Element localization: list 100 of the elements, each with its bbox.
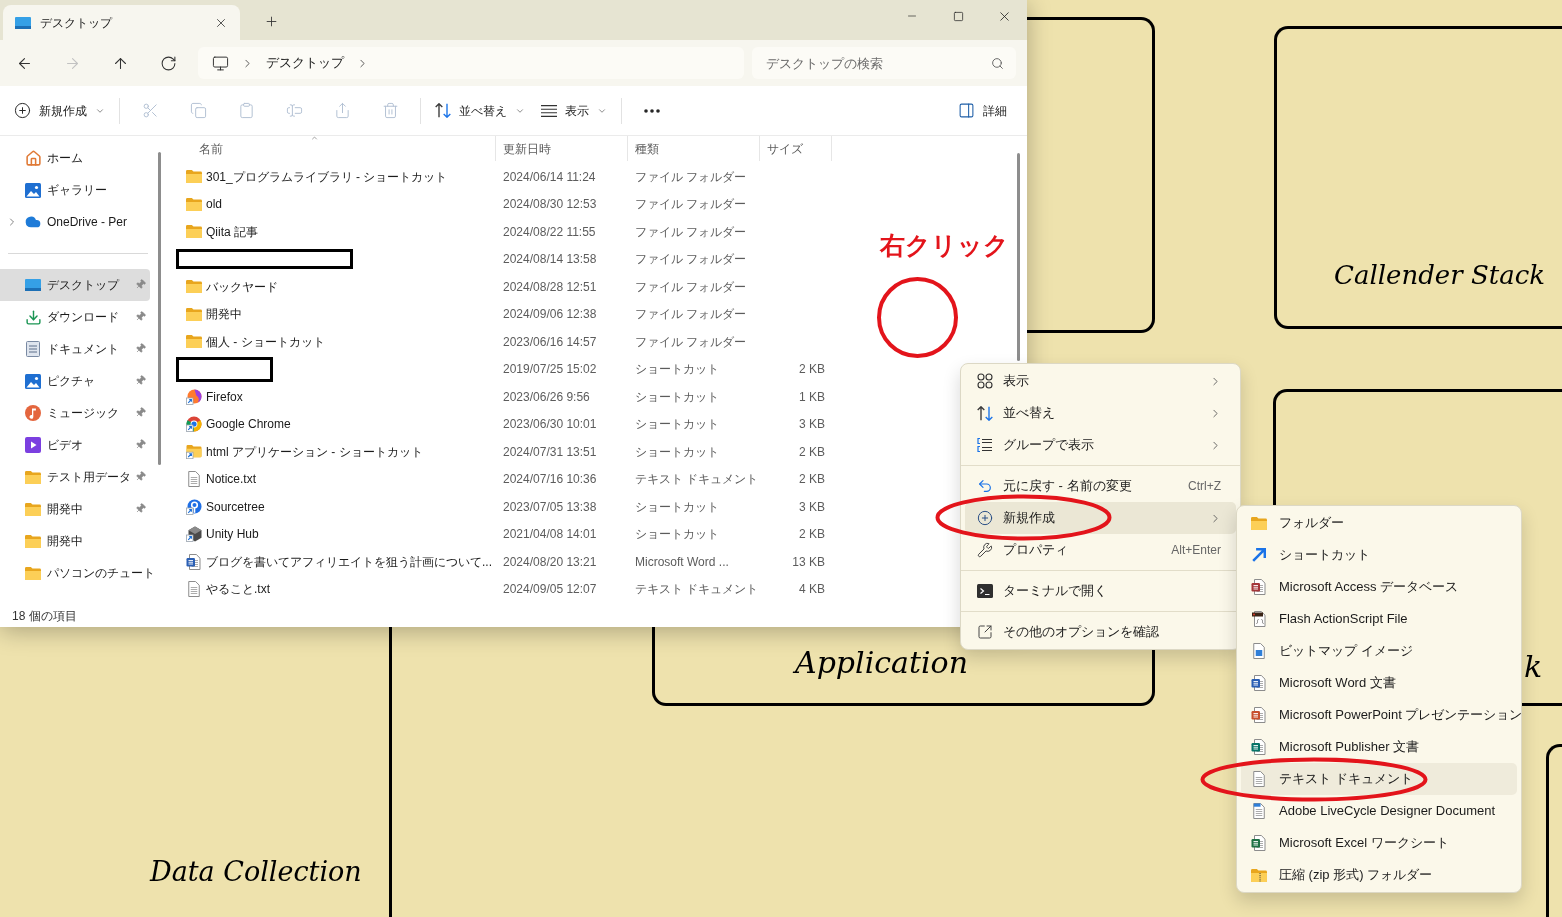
menu-item[interactable]: Microsoft Excel ワークシート — [1241, 827, 1517, 859]
menu-item[interactable]: ビットマップ イメージ — [1241, 635, 1517, 667]
column-header[interactable]: 名前 — [176, 136, 496, 161]
file-item[interactable]: Notice.txt — [176, 465, 496, 493]
sidebar-item[interactable]: ピクチャ — [0, 365, 150, 397]
sidebar-item[interactable]: ダウンロード — [0, 301, 150, 333]
spreadsheet-icon — [1251, 835, 1267, 851]
menu-item[interactable]: その他のオプションを確認 — [965, 616, 1236, 648]
card-title: Data Collection — [150, 858, 362, 885]
document-icon — [26, 341, 40, 357]
sidebar-item[interactable]: ギャラリー — [0, 174, 150, 206]
sidebar-item[interactable]: デスクトップ — [0, 269, 150, 301]
sidebar-item[interactable]: ドキュメント — [0, 333, 150, 365]
annotation-label: 右クリック — [880, 233, 1009, 258]
size-cell-text: 2 KB — [798, 526, 826, 544]
menu-item[interactable]: 新規作成 — [965, 502, 1236, 534]
menu-item[interactable]: グループで表示 — [965, 429, 1236, 461]
document-icon — [1251, 739, 1267, 755]
date-cell-text: 2024/07/31 13:51 — [502, 443, 598, 461]
folder-icon — [186, 307, 202, 321]
file-item[interactable]: html アプリケーション - ショートカット — [176, 438, 496, 466]
breadcrumb-item[interactable]: デスクトップ — [266, 53, 344, 73]
sort-button[interactable]: 並べ替え — [427, 92, 533, 129]
date-cell-text: 2021/04/08 14:01 — [502, 526, 598, 544]
shortcut-hint: Ctrl+Z — [1188, 478, 1221, 495]
menu-item[interactable]: 圧縮 (zip 形式) フォルダー — [1241, 859, 1517, 891]
menu-item[interactable]: Flash ActionScript File — [1241, 603, 1517, 635]
sidebar-item[interactable]: パソコンのチュート — [0, 557, 161, 589]
menu-item[interactable]: 表示 — [965, 365, 1236, 397]
file-item[interactable]: Google Chrome — [176, 410, 496, 438]
gallery-icon — [25, 182, 41, 198]
date-cell-text: 2024/08/22 11:55 — [502, 223, 597, 241]
file-item[interactable]: Qiita 記事 — [176, 218, 496, 246]
folder-icon — [1251, 516, 1267, 530]
sidebar-item[interactable]: 開発中 — [0, 525, 150, 557]
search-field[interactable]: デスクトップの検索 — [752, 47, 1016, 79]
card-title: Callender Stack — [1334, 262, 1545, 288]
scrollbar-thumb[interactable] — [1017, 153, 1020, 361]
music-icon — [25, 405, 41, 421]
date-cell-text: 2024/08/20 13:21 — [502, 553, 598, 571]
sidebar-item[interactable]: ビデオ — [0, 429, 150, 461]
scrollbar-thumb[interactable] — [158, 152, 161, 465]
folder-icon — [186, 335, 202, 349]
menu-item[interactable]: Adobe LiveCycle Designer Document — [1241, 795, 1517, 827]
size-cell-text: 13 KB — [791, 553, 826, 571]
column-header[interactable]: サイズ — [760, 136, 832, 161]
menu-item[interactable]: ターミナルで開く — [965, 575, 1236, 607]
terminal-icon — [977, 584, 993, 598]
menu-item[interactable]: Microsoft Publisher 文書 — [1241, 731, 1517, 763]
date-cell-text: 2024/08/30 12:53 — [502, 196, 598, 214]
new-button[interactable]: 新規作成 — [6, 92, 113, 129]
sidebar-item[interactable]: 開発中 — [0, 493, 150, 525]
tab[interactable]: デスクトップ — [3, 5, 240, 40]
file-item[interactable]: 開発中 — [176, 300, 496, 328]
maximize-icon — [952, 10, 964, 22]
plus-icon — [263, 13, 279, 29]
view-button[interactable]: 表示 — [533, 92, 615, 129]
folder-icon — [186, 197, 202, 211]
column-header[interactable]: 更新日時 — [496, 136, 628, 161]
menu-item[interactable]: Microsoft Word 文書 — [1241, 667, 1517, 699]
folder-shortcut-icon — [186, 444, 202, 459]
download-icon — [24, 308, 42, 326]
file-item[interactable]: Unity Hub — [176, 520, 496, 548]
file-item[interactable]: old — [176, 190, 496, 218]
menu-item[interactable]: 並べ替え — [965, 397, 1236, 429]
plus-circle-icon — [977, 510, 993, 526]
sidebar-item[interactable]: OneDrive - Per — [0, 206, 150, 238]
menu-item[interactable]: フォルダー — [1241, 507, 1517, 539]
file-item[interactable]: Firefox — [176, 383, 496, 411]
menu-item[interactable]: テキスト ドキュメント — [1241, 763, 1517, 795]
menu-item[interactable]: Microsoft Access データベース — [1241, 571, 1517, 603]
file-item[interactable]: 個人 - ショートカット — [176, 328, 496, 356]
sidebar-item[interactable]: テスト用データ — [0, 461, 150, 493]
file-item[interactable]: 301_プログラムライブラリ - ショートカット — [176, 163, 496, 191]
date-cell-text: 2023/06/16 14:57 — [502, 333, 598, 351]
file-item[interactable]: バックヤード — [176, 273, 496, 301]
address-bar[interactable]: デスクトップ — [198, 47, 744, 79]
folder-icon — [186, 280, 202, 294]
details-button[interactable]: 詳細 — [950, 92, 1015, 129]
details-pane-icon — [958, 102, 975, 119]
document-icon — [186, 553, 202, 570]
file-item[interactable]: やること.txt — [176, 575, 496, 603]
home-icon — [24, 149, 42, 167]
file-item[interactable]: Sourcetree — [176, 493, 496, 521]
sidebar-item[interactable]: ミュージック — [0, 397, 150, 429]
date-cell-text: 2023/07/05 13:38 — [502, 498, 598, 516]
sidebar-item[interactable]: ホーム — [0, 142, 150, 174]
file-item[interactable]: ブログを書いてアフィリエイトを狙う計画について... — [176, 548, 496, 576]
date-cell-text: 2019/07/25 15:02 — [502, 361, 598, 379]
text-file-icon — [188, 581, 200, 598]
menu-item[interactable]: プロパティ Alt+Enter — [965, 534, 1236, 566]
column-header[interactable]: 種類 — [628, 136, 760, 161]
size-cell-text: 3 KB — [798, 416, 826, 434]
menu-item[interactable]: ショートカット — [1241, 539, 1517, 571]
app-shortcut-icon — [186, 388, 202, 405]
menu-item[interactable]: 元に戻す - 名前の変更 Ctrl+Z — [965, 470, 1236, 502]
type-cell-text: ファイル フォルダー — [634, 333, 748, 351]
open-external-icon — [977, 624, 993, 640]
folder-icon — [186, 170, 202, 184]
desktop-icon — [15, 16, 31, 29]
